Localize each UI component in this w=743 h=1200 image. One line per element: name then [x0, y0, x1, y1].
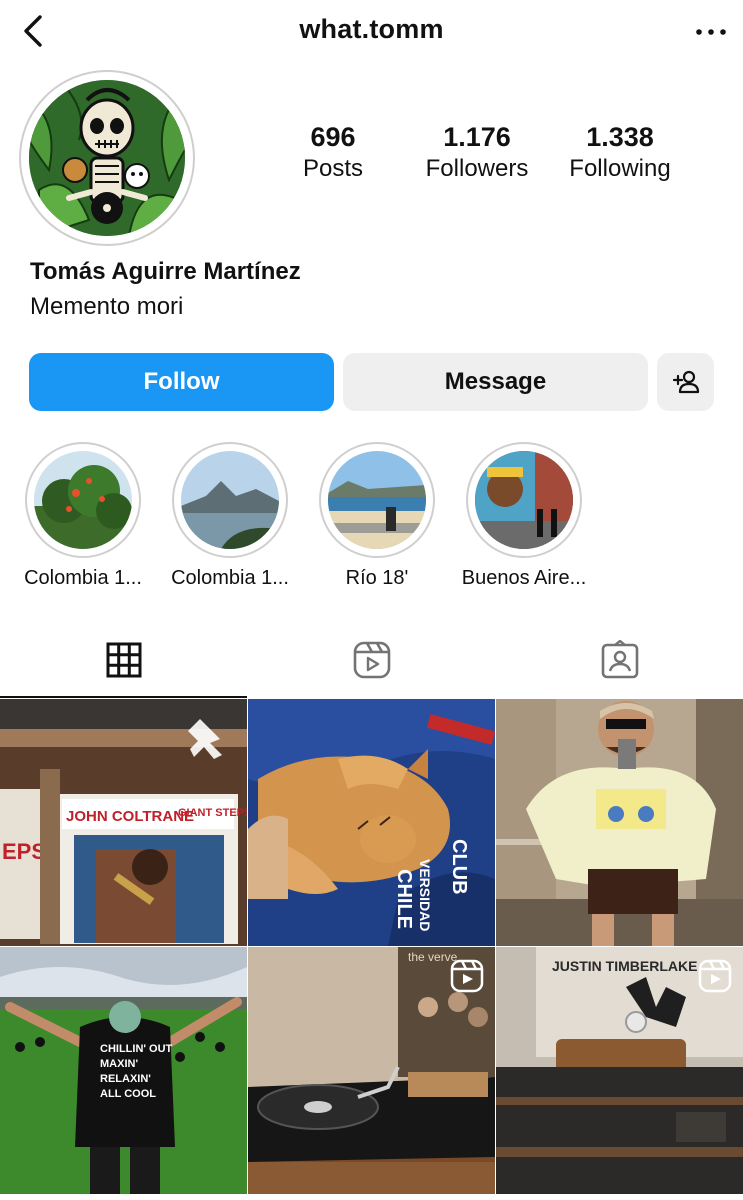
post-image-vinyl-shelf: EPS JOHN COLTRANE GIANT STEPS — [0, 699, 247, 946]
profile-tabs — [0, 622, 743, 698]
profile-full-name: Tomás Aguirre Martínez — [30, 258, 301, 285]
highlight-cover-image — [328, 451, 426, 549]
lettering-maxin: MAXIN' — [100, 1058, 138, 1070]
post-thumbnail[interactable]: CHILLIN' OUT MAXIN' RELAXIN' ALL COOL — [0, 947, 247, 1194]
grid-icon — [106, 642, 141, 678]
more-horizontal-icon — [696, 29, 726, 35]
lettering-chillin-out: CHILLIN' OUT — [100, 1043, 173, 1055]
stat-followers-label[interactable]: Followers — [412, 155, 542, 183]
reels-icon — [353, 641, 390, 679]
follow-button[interactable]: Follow — [29, 353, 334, 411]
highlight-ring[interactable] — [466, 442, 582, 558]
tab-reels[interactable] — [248, 622, 495, 698]
avatar-illustration — [29, 80, 185, 236]
tagged-icon — [601, 640, 638, 679]
stat-following[interactable]: 1.338 Following — [555, 122, 685, 183]
highlight-ring[interactable] — [25, 442, 141, 558]
post-image-record-stand: JUSTIN TIMBERLAKE — [496, 947, 743, 1194]
top-bar: what.tomm — [0, 0, 743, 62]
post-thumbnail[interactable]: CLUB VERSIDAD CHILE — [248, 699, 495, 946]
highlight-label: Río 18' — [345, 567, 409, 589]
lettering-versidad: VERSIDAD — [417, 859, 433, 931]
stat-following-label[interactable]: Following — [555, 155, 685, 183]
highlight-cover[interactable] — [328, 451, 426, 549]
post-thumbnail[interactable]: JUSTIN TIMBERLAKE — [496, 947, 743, 1194]
lettering-all-cool: ALL COOL — [100, 1088, 156, 1100]
highlight-cover-image — [181, 451, 279, 549]
avatar-ring[interactable] — [19, 70, 195, 246]
post-thumbnail[interactable] — [496, 699, 743, 946]
highlight-label: Buenos Aire... — [461, 567, 587, 589]
highlight-cover-image — [475, 451, 573, 549]
highlight-cover[interactable] — [475, 451, 573, 549]
highlight-cover-image — [34, 451, 132, 549]
stat-posts-label: Posts — [302, 155, 364, 182]
lettering-chile: CHILE — [393, 869, 415, 929]
profile-username: what.tomm — [299, 14, 444, 44]
add-user-icon — [672, 370, 699, 394]
highlight-ring[interactable] — [319, 442, 435, 558]
lettering-justin-timberlake: JUSTIN TIMBERLAKE — [552, 958, 697, 974]
avatar[interactable] — [29, 80, 185, 236]
stat-following-value[interactable]: 1.338 — [555, 122, 685, 153]
highlight-cover[interactable] — [181, 451, 279, 549]
stat-posts-value: 696 — [310, 122, 356, 152]
more-options-button[interactable] — [691, 12, 731, 52]
stat-followers[interactable]: 1.176 Followers — [412, 122, 542, 183]
post-image-turntable: the verve — [248, 947, 495, 1194]
post-thumbnail[interactable]: EPS JOHN COLTRANE GIANT STEPS — [0, 699, 247, 946]
add-user-button[interactable] — [657, 353, 714, 411]
stat-followers-value[interactable]: 1.176 — [412, 122, 542, 153]
lettering-relaxin: RELAXIN' — [100, 1073, 151, 1085]
lettering-club: CLUB — [448, 839, 470, 895]
post-thumbnail[interactable]: the verve — [248, 947, 495, 1194]
lettering-eps: EPS — [2, 839, 46, 864]
post-image-concert-field: CHILLIN' OUT MAXIN' RELAXIN' ALL COOL — [0, 947, 247, 1194]
post-image-elevator-selfie — [496, 699, 743, 946]
lettering-the-verve: the verve — [408, 950, 458, 964]
highlight-ring[interactable] — [172, 442, 288, 558]
post-image-cat: CLUB VERSIDAD CHILE — [248, 699, 495, 946]
message-button[interactable]: Message — [343, 353, 648, 411]
highlight-cover[interactable] — [34, 451, 132, 549]
tab-posts-grid[interactable] — [0, 622, 247, 698]
profile-bio: Memento mori — [30, 293, 184, 320]
tab-tagged[interactable] — [496, 622, 743, 698]
lettering-john-coltrane: JOHN COLTRANE — [66, 808, 194, 825]
lettering-giant-steps: GIANT STEPS — [178, 807, 247, 819]
highlight-label: Colombia 1... — [171, 567, 289, 589]
highlight-label: Colombia 1... — [24, 567, 142, 589]
stat-posts: 696 Posts — [268, 122, 398, 183]
